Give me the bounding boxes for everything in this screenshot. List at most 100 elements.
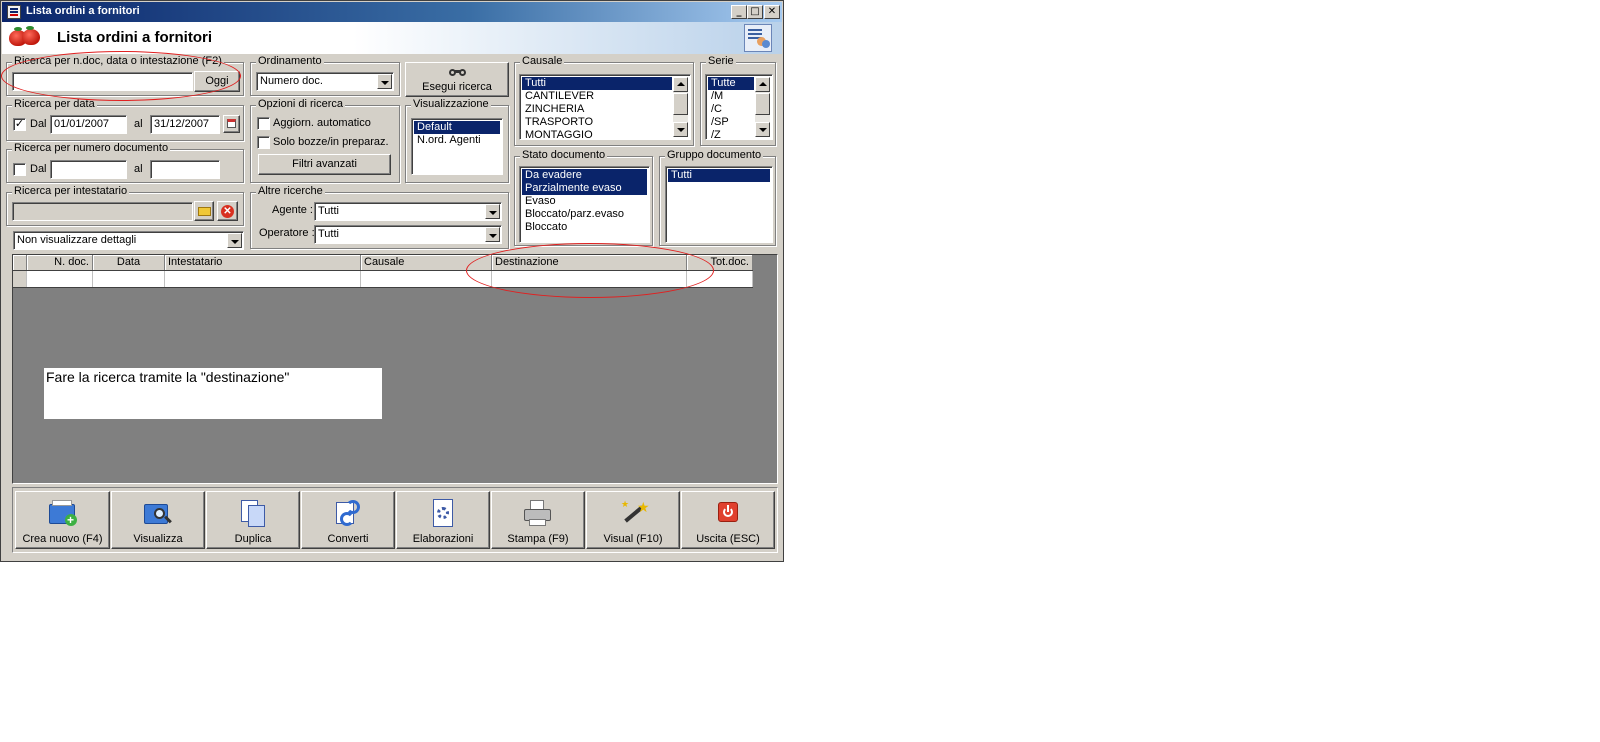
column-header-holder[interactable]: Intestatario	[165, 255, 361, 270]
chevron-down-icon[interactable]	[227, 233, 242, 248]
ordering-group: Ordinamento Numero doc.	[250, 55, 400, 96]
view-button[interactable]: Visualizza	[111, 491, 205, 549]
document-state-list[interactable]: Da evadere Parzialmente evaso Evaso Bloc…	[519, 166, 650, 243]
serie-list[interactable]: Tutte /M /C /SP /Z	[705, 74, 773, 140]
date-from-label: Dal	[30, 118, 47, 130]
ordering-value: Numero doc.	[260, 75, 323, 87]
column-header-destination[interactable]: Destinazione	[492, 255, 687, 270]
run-search-button[interactable]: Esegui ricerca	[405, 62, 509, 97]
create-new-label: Crea nuovo (F4)	[22, 533, 103, 545]
operator-select[interactable]: Tutti	[314, 225, 502, 244]
auto-update-checkbox[interactable]	[257, 117, 270, 130]
details-select[interactable]: Non visualizzare dettagli	[13, 231, 244, 250]
print-label: Stampa (F9)	[507, 533, 569, 545]
maximize-button[interactable]: □	[747, 5, 763, 19]
document-state-item[interactable]: Bloccato/parz.evaso	[522, 208, 647, 221]
minimize-button[interactable]: _	[731, 5, 747, 19]
print-button[interactable]: Stampa (F9)	[491, 491, 585, 549]
duplicate-icon	[237, 498, 269, 528]
causale-item[interactable]: Tutti	[522, 77, 672, 90]
app-window: Lista ordini a fornitori _ □ ✕ Lista ord…	[0, 0, 784, 562]
chevron-down-icon[interactable]	[485, 204, 500, 219]
causale-list[interactable]: Tutti CANTILEVER ZINCHERIA TRASPORTO MON…	[519, 74, 691, 140]
scroll-up-icon[interactable]	[755, 77, 770, 92]
document-state-item[interactable]: Evaso	[522, 195, 647, 208]
clear-icon[interactable]: ✕	[217, 201, 238, 221]
causale-group: Causale Tutti CANTILEVER ZINCHERIA TRASP…	[514, 55, 694, 146]
serie-item[interactable]: Tutte	[708, 77, 754, 90]
convert-label: Converti	[327, 533, 369, 545]
quick-search-group: Ricerca per n.doc, data o intestazione (…	[6, 55, 244, 96]
date-from-field[interactable]: 01/01/2007	[50, 115, 127, 134]
drafts-only-label: Solo bozze/in preparaz.	[273, 136, 389, 148]
binoculars-icon	[449, 67, 467, 77]
scroll-down-icon[interactable]	[755, 122, 770, 137]
column-header-total[interactable]: Tot.doc.	[687, 255, 753, 270]
exit-button[interactable]: Uscita (ESC)	[681, 491, 775, 549]
row-selector[interactable]	[13, 271, 27, 287]
table-cell[interactable]	[361, 271, 492, 287]
document-state-item[interactable]: Parzialmente evaso	[522, 182, 647, 195]
date-search-legend: Ricerca per data	[12, 98, 97, 110]
causale-scrollbar[interactable]	[673, 77, 688, 137]
view-document-icon	[142, 498, 174, 528]
scroll-down-icon[interactable]	[673, 122, 688, 137]
date-to-field[interactable]: 31/12/2007	[150, 115, 220, 134]
view-item-agents[interactable]: N.ord. Agenti	[414, 134, 500, 147]
table-cell[interactable]	[687, 271, 753, 287]
close-button[interactable]: ✕	[764, 5, 780, 19]
view-item-default[interactable]: Default	[414, 121, 500, 134]
causale-item[interactable]: TRASPORTO	[522, 116, 688, 129]
table-cell[interactable]	[93, 271, 165, 287]
table-cell[interactable]	[165, 271, 361, 287]
column-header-causale[interactable]: Causale	[361, 255, 492, 270]
column-header-date[interactable]: Data	[93, 255, 165, 270]
calendar-icon[interactable]	[223, 115, 240, 133]
date-search-checkbox[interactable]: ✓	[13, 118, 26, 131]
advanced-filters-button[interactable]: Filtri avanzati	[258, 154, 391, 175]
column-header-number[interactable]: N. doc.	[27, 255, 93, 270]
document-state-item[interactable]: Da evadere	[522, 169, 647, 182]
causale-item[interactable]: CANTILEVER	[522, 90, 688, 103]
chevron-down-icon[interactable]	[485, 227, 500, 242]
visual-button[interactable]: ★ ★ Visual (F10)	[586, 491, 680, 549]
view-list[interactable]: Default N.ord. Agenti	[411, 118, 503, 175]
title-bar[interactable]: Lista ordini a fornitori _ □ ✕	[2, 2, 782, 22]
processing-button[interactable]: Elaborazioni	[396, 491, 490, 549]
number-from-field[interactable]	[50, 160, 127, 179]
folder-icon[interactable]	[194, 201, 214, 221]
chevron-down-icon[interactable]	[377, 74, 392, 89]
agent-label: Agente :	[272, 204, 313, 216]
quick-search-input[interactable]	[12, 72, 193, 91]
exit-label: Uscita (ESC)	[696, 533, 760, 545]
printer-icon	[522, 498, 554, 528]
table-cell[interactable]	[27, 271, 93, 287]
convert-button[interactable]: Converti	[301, 491, 395, 549]
number-from-label: Dal	[30, 163, 47, 175]
causale-item[interactable]: MONTAGGIO	[522, 129, 688, 139]
document-group-group: Gruppo documento Tutti	[659, 149, 776, 246]
number-search-checkbox[interactable]	[13, 163, 26, 176]
duplicate-button[interactable]: Duplica	[206, 491, 300, 549]
scroll-thumb[interactable]	[673, 93, 688, 115]
today-button[interactable]: Oggi	[194, 71, 240, 92]
causale-item[interactable]: ZINCHERIA	[522, 103, 688, 116]
document-state-item[interactable]: Bloccato	[522, 221, 647, 234]
agent-select[interactable]: Tutti	[314, 202, 502, 221]
document-group-item[interactable]: Tutti	[668, 169, 770, 182]
scroll-up-icon[interactable]	[673, 77, 688, 92]
ordering-select[interactable]: Numero doc.	[256, 72, 394, 91]
results-grid[interactable]: N. doc. Data Intestatario Causale Destin…	[12, 254, 778, 484]
create-new-button[interactable]: + Crea nuovo (F4)	[15, 491, 110, 549]
holder-field[interactable]	[12, 202, 193, 221]
number-to-field[interactable]	[150, 160, 220, 179]
document-group-list[interactable]: Tutti	[665, 166, 773, 243]
table-row[interactable]	[13, 271, 753, 288]
operator-value: Tutti	[318, 228, 339, 240]
scroll-thumb[interactable]	[755, 93, 770, 115]
serie-group: Serie Tutte /M /C /SP /Z	[700, 55, 776, 146]
table-cell[interactable]	[492, 271, 687, 287]
drafts-only-checkbox[interactable]	[257, 136, 270, 149]
serie-scrollbar[interactable]	[755, 77, 770, 137]
duplicate-label: Duplica	[234, 533, 272, 545]
